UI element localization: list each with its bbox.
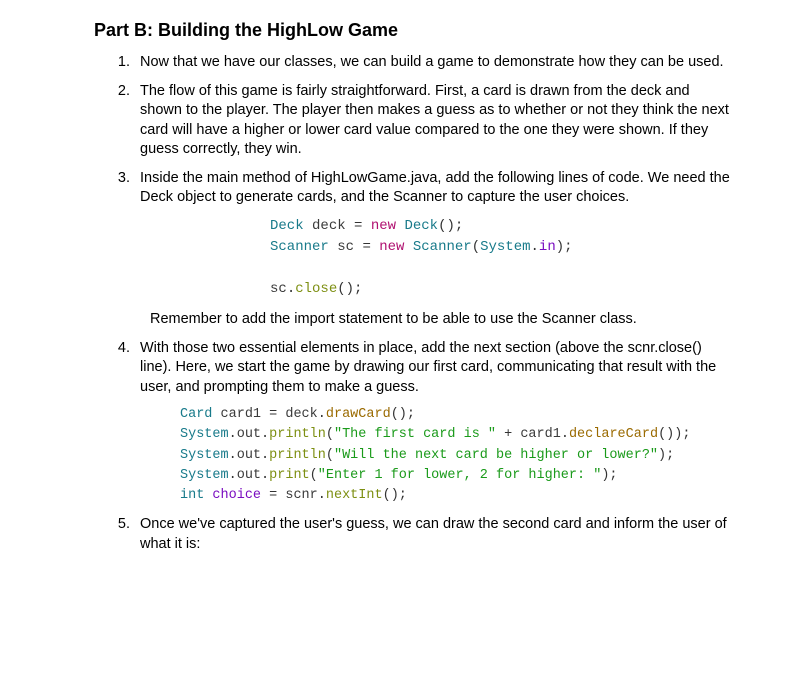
code-token: sc [270, 281, 287, 297]
code-token: in [539, 239, 556, 255]
code-token: card1 [221, 407, 262, 422]
code-token: System [480, 239, 530, 255]
code-token: . [261, 427, 269, 442]
code-token: drawCard [326, 407, 391, 422]
step-1: Now that we have our classes, we can bui… [134, 53, 730, 73]
code-token: deck [312, 218, 346, 234]
code-token: println [269, 448, 326, 463]
code-token: Scanner [270, 239, 329, 255]
code-token: Card [180, 407, 212, 422]
step-text: Inside the main method of HighLowGame.ja… [140, 170, 730, 206]
section-heading: Part B: Building the HighLow Game [94, 20, 730, 41]
code-token: . [531, 239, 539, 255]
code-token: print [269, 468, 310, 483]
document-page: Part B: Building the HighLow Game Now th… [0, 0, 790, 604]
code-token: "The first card is " [334, 427, 496, 442]
code-token: "Will the next card be higher or lower?" [334, 448, 658, 463]
code-token: card1 [520, 427, 561, 442]
step-3-note: Remember to add the import statement to … [150, 310, 730, 330]
code-token: ( [472, 239, 480, 255]
code-token: System [180, 468, 229, 483]
code-token: sc [337, 239, 354, 255]
code-token: = [269, 407, 277, 422]
code-token: System [180, 448, 229, 463]
code-token: . [229, 468, 237, 483]
code-block-1: Deck deck = new Deck(); Scanner sc = new… [270, 216, 730, 300]
code-token: ); [601, 468, 617, 483]
code-token: = [269, 488, 277, 503]
code-token: close [295, 281, 337, 297]
code-token: scnr [285, 488, 317, 503]
code-token: out [237, 468, 261, 483]
code-token: . [229, 427, 237, 442]
code-token: (); [383, 488, 407, 503]
code-token: println [269, 427, 326, 442]
code-token: . [229, 448, 237, 463]
step-2: The flow of this game is fairly straight… [134, 82, 730, 160]
code-token: . [561, 427, 569, 442]
step-5: Once we've captured the user's guess, we… [134, 515, 730, 554]
code-token: int [180, 488, 204, 503]
code-token: out [237, 448, 261, 463]
code-token: ); [556, 239, 573, 255]
code-token: new [379, 239, 404, 255]
step-3: Inside the main method of HighLowGame.ja… [134, 169, 730, 330]
code-token: ()); [658, 427, 690, 442]
code-token: = [362, 239, 370, 255]
step-text: The flow of this game is fairly straight… [140, 83, 729, 158]
code-token: nextInt [326, 488, 383, 503]
code-token: = [354, 218, 362, 234]
code-token: new [371, 218, 396, 234]
step-text: Once we've captured the user's guess, we… [140, 516, 727, 552]
code-token: . [287, 281, 295, 297]
code-token: ( [310, 468, 318, 483]
code-token: out [237, 427, 261, 442]
code-token: deck [285, 407, 317, 422]
step-text: With those two essential elements in pla… [140, 340, 716, 395]
code-token: . [318, 488, 326, 503]
code-token: System [180, 427, 229, 442]
code-token: ( [326, 427, 334, 442]
code-token: Deck [404, 218, 438, 234]
step-list: Now that we have our classes, we can bui… [94, 53, 730, 555]
code-token: + [496, 427, 520, 442]
code-token: (); [438, 218, 463, 234]
step-text: Now that we have our classes, we can bui… [140, 54, 724, 70]
code-token: ( [326, 448, 334, 463]
code-token: declareCard [569, 427, 658, 442]
code-token: ); [658, 448, 674, 463]
code-block-2: Card card1 = deck.drawCard(); System.out… [180, 405, 730, 506]
code-token: (); [391, 407, 415, 422]
code-token: (); [337, 281, 362, 297]
code-token: . [261, 448, 269, 463]
step-4: With those two essential elements in pla… [134, 339, 730, 507]
code-token: "Enter 1 for lower, 2 for higher: " [318, 468, 602, 483]
code-token: Deck [270, 218, 304, 234]
code-token: Scanner [413, 239, 472, 255]
code-token: . [261, 468, 269, 483]
code-token: choice [212, 488, 261, 503]
code-token: . [318, 407, 326, 422]
